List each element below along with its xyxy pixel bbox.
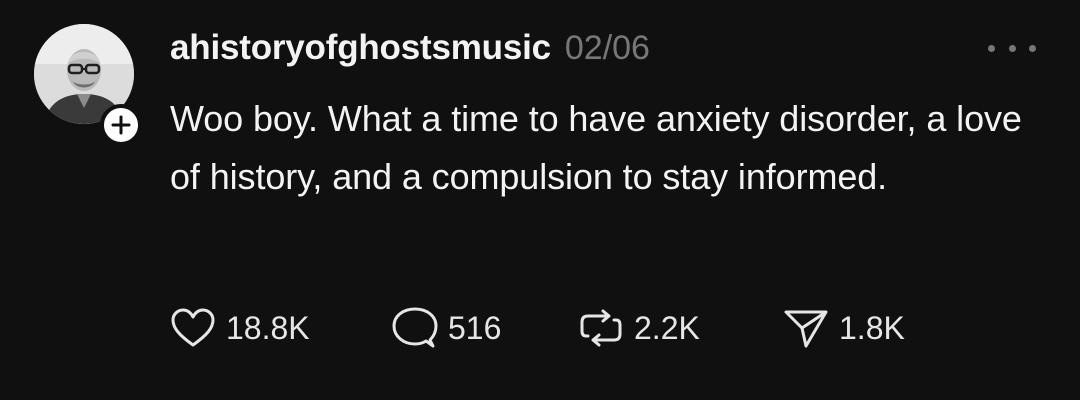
repost-button[interactable]: 2.2K: [578, 306, 783, 350]
plus-icon: [111, 115, 131, 135]
post-card: ahistoryofghostsmusic 02/06 Woo boy. Wha…: [0, 0, 1080, 400]
heart-icon: [171, 308, 215, 347]
like-count: 18.8K: [226, 309, 310, 346]
username-link[interactable]: ahistoryofghostsmusic: [170, 28, 551, 68]
action-bar: 18.8K 516 2.2K 1.8K: [170, 305, 905, 351]
share-count: 1.8K: [839, 309, 905, 346]
repost-count: 2.2K: [634, 309, 700, 346]
repost-icon: [580, 309, 622, 347]
like-button[interactable]: 18.8K: [170, 307, 392, 349]
more-dot-icon: [988, 44, 995, 52]
post-text: Woo boy. What a time to have anxiety dis…: [170, 98, 1022, 197]
follow-button[interactable]: [100, 104, 142, 146]
reply-button[interactable]: 516: [392, 306, 578, 350]
more-dot-icon: [1029, 44, 1036, 52]
post-header: ahistoryofghostsmusic 02/06: [170, 28, 650, 74]
speech-bubble-icon: [392, 307, 438, 348]
reply-count: 516: [448, 309, 502, 346]
send-icon: [784, 310, 828, 348]
avatar-container: [34, 24, 142, 146]
more-dot-icon: [1008, 44, 1016, 52]
post-timestamp: 02/06: [564, 29, 650, 67]
more-options-button[interactable]: [988, 36, 1036, 60]
share-button[interactable]: 1.8K: [783, 307, 905, 349]
